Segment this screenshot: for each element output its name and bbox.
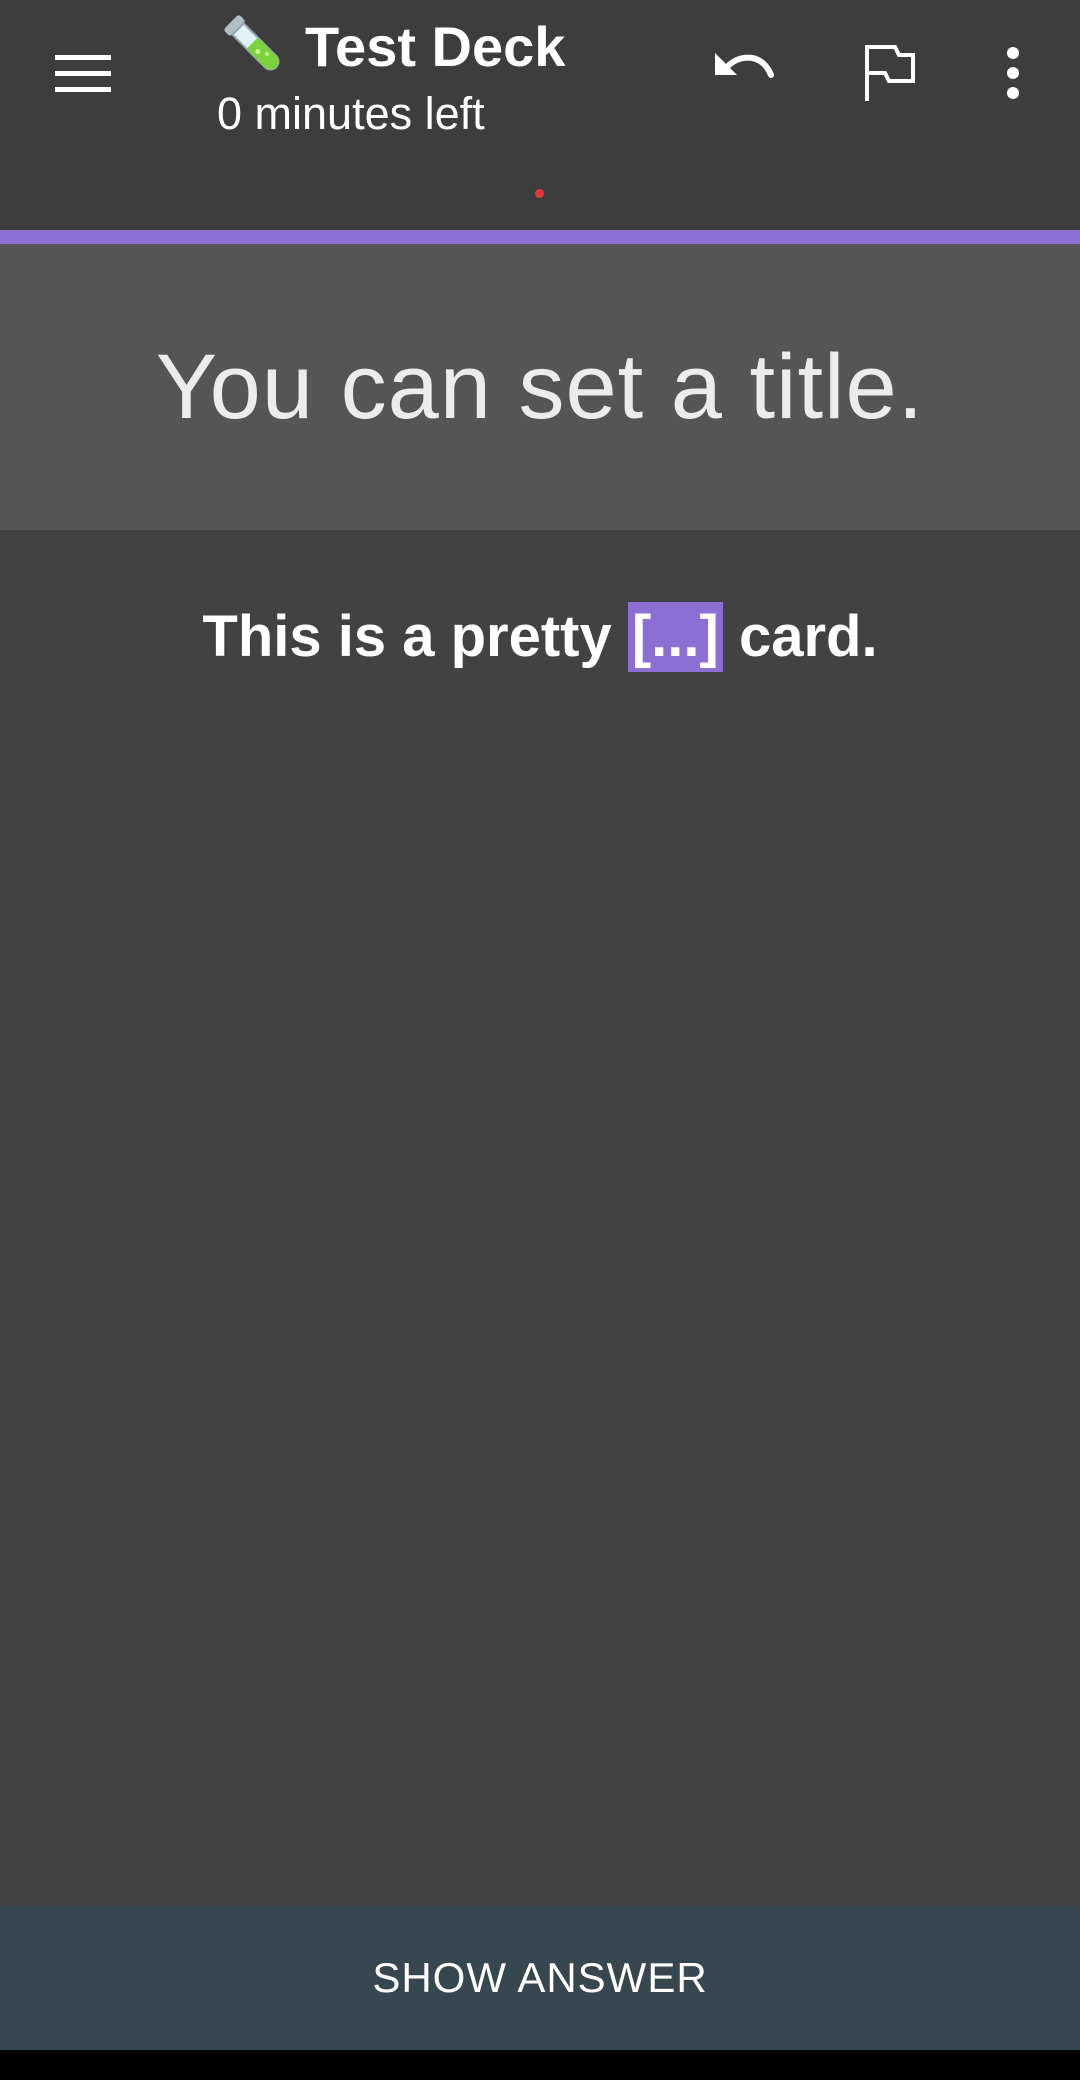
question-text-before: This is a pretty [202, 604, 628, 669]
undo-button[interactable] [688, 18, 798, 128]
show-answer-button[interactable]: SHOW ANSWER [0, 1905, 1080, 2050]
accent-divider [0, 230, 1080, 244]
card-title: You can set a title. [155, 335, 925, 438]
flag-button[interactable] [834, 18, 944, 128]
hamburger-menu-icon [55, 55, 111, 92]
test-tube-icon [224, 15, 280, 71]
show-answer-label: SHOW ANSWER [372, 1953, 708, 2001]
deck-title-area: Test Deck 0 minutes left [217, 8, 657, 140]
time-remaining: 0 minutes left [217, 88, 485, 139]
system-nav-strip [0, 2050, 1080, 2080]
question-text-after: card. [722, 604, 878, 669]
card-title-band: You can set a title. [0, 244, 1080, 530]
undo-icon [715, 53, 774, 78]
app-bar: Test Deck 0 minutes left [0, 0, 1080, 157]
more-vert-icon [1007, 47, 1019, 99]
more-options-button[interactable] [958, 18, 1068, 128]
status-strip [0, 157, 1080, 230]
status-dot [535, 189, 544, 198]
menu-button[interactable] [28, 18, 138, 128]
card-content[interactable]: This is a pretty [...] card. [0, 530, 1080, 1905]
deck-title: Test Deck [305, 14, 566, 78]
card-question: This is a pretty [...] card. [0, 602, 1080, 672]
flag-icon [865, 45, 915, 101]
cloze-placeholder: [...] [627, 602, 723, 672]
